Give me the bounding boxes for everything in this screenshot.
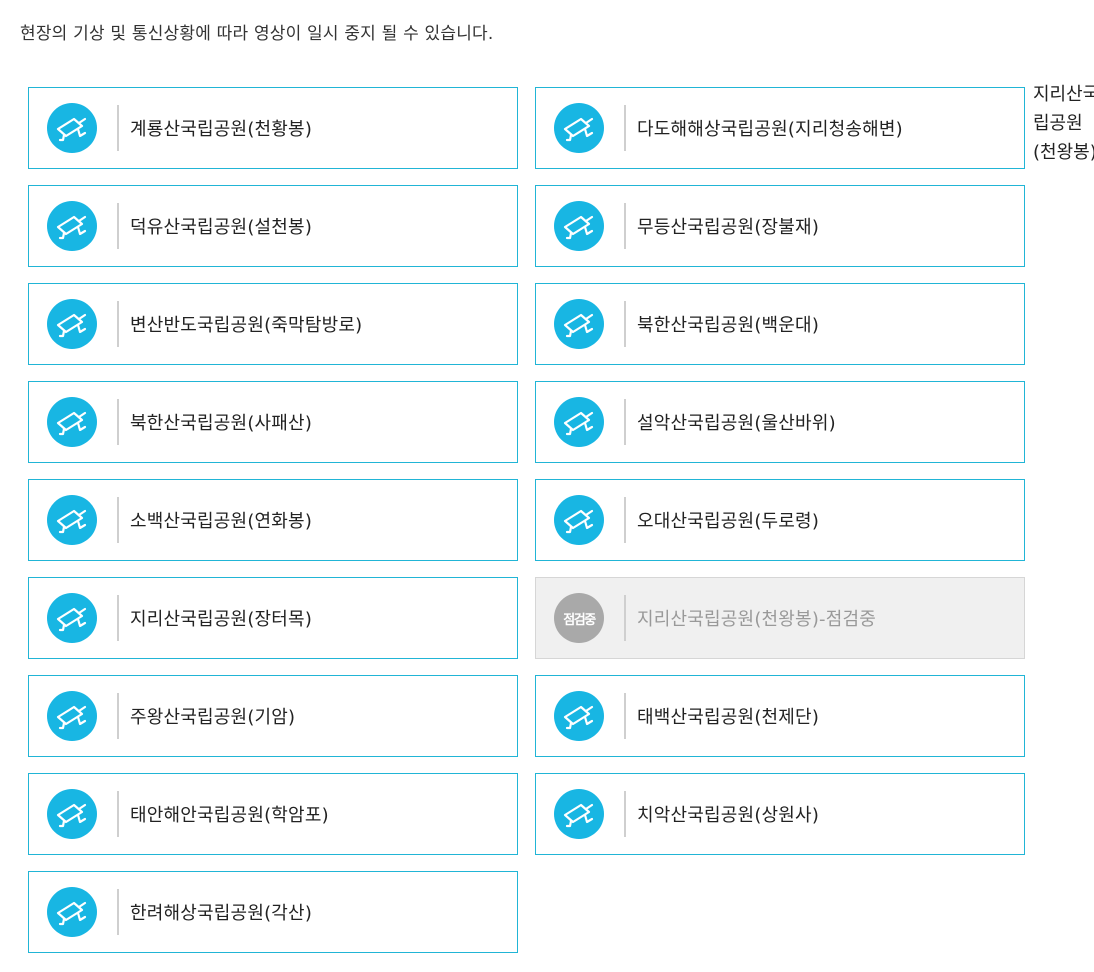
cctv-camera-icon (47, 691, 97, 741)
camera-card[interactable]: 덕유산국립공원(설천봉) (28, 185, 518, 267)
divider (117, 105, 119, 151)
divider (624, 301, 626, 347)
camera-card[interactable]: 북한산국립공원(백운대) (535, 283, 1025, 365)
cctv-camera-icon (554, 299, 604, 349)
cctv-camera-icon (47, 495, 97, 545)
camera-card[interactable]: 치악산국립공원(상원사) (535, 773, 1025, 855)
divider (117, 399, 119, 445)
camera-label: 다도해해상국립공원(지리청송해변) (637, 119, 903, 140)
camera-label: 덕유산국립공원(설천봉) (130, 217, 313, 238)
camera-label: 변산반도국립공원(죽막탐방로) (130, 315, 363, 336)
camera-label: 계룡산국립공원(천황봉) (130, 119, 313, 140)
camera-card[interactable]: 북한산국립공원(사패산) (28, 381, 518, 463)
cctv-camera-icon (47, 593, 97, 643)
maintenance-badge: 점검중 (554, 593, 604, 643)
camera-label: 태백산국립공원(천제단) (637, 707, 820, 728)
cctv-camera-icon (554, 397, 604, 447)
camera-card[interactable]: 한려해상국립공원(각산) (28, 871, 518, 953)
cctv-camera-icon (47, 397, 97, 447)
divider (117, 497, 119, 543)
camera-card[interactable]: 주왕산국립공원(기암) (28, 675, 518, 757)
cctv-camera-icon (554, 495, 604, 545)
divider (624, 595, 626, 641)
divider (117, 693, 119, 739)
side-label: 지리산국립공원(천왕봉) (1033, 84, 1094, 163)
camera-label: 지리산국립공원(천왕봉)-점검중 (637, 609, 877, 630)
divider (624, 105, 626, 151)
divider (117, 889, 119, 935)
cctv-camera-icon (47, 887, 97, 937)
cctv-camera-icon (554, 691, 604, 741)
camera-card[interactable]: 설악산국립공원(울산바위) (535, 381, 1025, 463)
cctv-camera-icon (47, 789, 97, 839)
camera-card[interactable]: 무등산국립공원(장불재) (535, 185, 1025, 267)
divider (117, 595, 119, 641)
divider (624, 693, 626, 739)
cctv-camera-icon (554, 103, 604, 153)
maintenance-badge-text: 점검중 (563, 612, 596, 628)
camera-label: 설악산국립공원(울산바위) (637, 413, 836, 434)
camera-card[interactable]: 계룡산국립공원(천황봉) (28, 87, 518, 169)
divider (117, 203, 119, 249)
divider (624, 203, 626, 249)
camera-label: 무등산국립공원(장불재) (637, 217, 820, 238)
divider (624, 497, 626, 543)
camera-card[interactable]: 지리산국립공원(장터목) (28, 577, 518, 659)
camera-card[interactable]: 오대산국립공원(두로령) (535, 479, 1025, 561)
camera-label: 주왕산국립공원(기암) (130, 707, 296, 728)
divider (117, 791, 119, 837)
camera-label: 북한산국립공원(백운대) (637, 315, 820, 336)
camera-label: 북한산국립공원(사패산) (130, 413, 313, 434)
cctv-camera-icon (47, 103, 97, 153)
divider (624, 399, 626, 445)
camera-label: 치악산국립공원(상원사) (637, 805, 820, 826)
notice-text: 현장의 기상 및 통신상황에 따라 영상이 일시 중지 될 수 있습니다. (20, 24, 494, 44)
camera-card-maintenance: 점검중 지리산국립공원(천왕봉)-점검중 (535, 577, 1025, 659)
camera-label: 지리산국립공원(장터목) (130, 609, 313, 630)
camera-label: 한려해상국립공원(각산) (130, 903, 313, 924)
camera-card[interactable]: 변산반도국립공원(죽막탐방로) (28, 283, 518, 365)
camera-label: 소백산국립공원(연화봉) (130, 511, 313, 532)
cctv-camera-icon (554, 789, 604, 839)
camera-label: 오대산국립공원(두로령) (637, 511, 820, 532)
cctv-camera-icon (47, 201, 97, 251)
camera-card[interactable]: 다도해해상국립공원(지리청송해변) (535, 87, 1025, 169)
divider (117, 301, 119, 347)
camera-grid: 계룡산국립공원(천황봉) 다도해해상국립공원(지리청송해변) 덕유산국립공원(설천봉… (28, 87, 1025, 953)
cctv-camera-icon (554, 201, 604, 251)
camera-card[interactable]: 태안해안국립공원(학암포) (28, 773, 518, 855)
camera-label: 태안해안국립공원(학암포) (130, 805, 329, 826)
divider (624, 791, 626, 837)
camera-card[interactable]: 태백산국립공원(천제단) (535, 675, 1025, 757)
cctv-camera-icon (47, 299, 97, 349)
camera-card[interactable]: 소백산국립공원(연화봉) (28, 479, 518, 561)
